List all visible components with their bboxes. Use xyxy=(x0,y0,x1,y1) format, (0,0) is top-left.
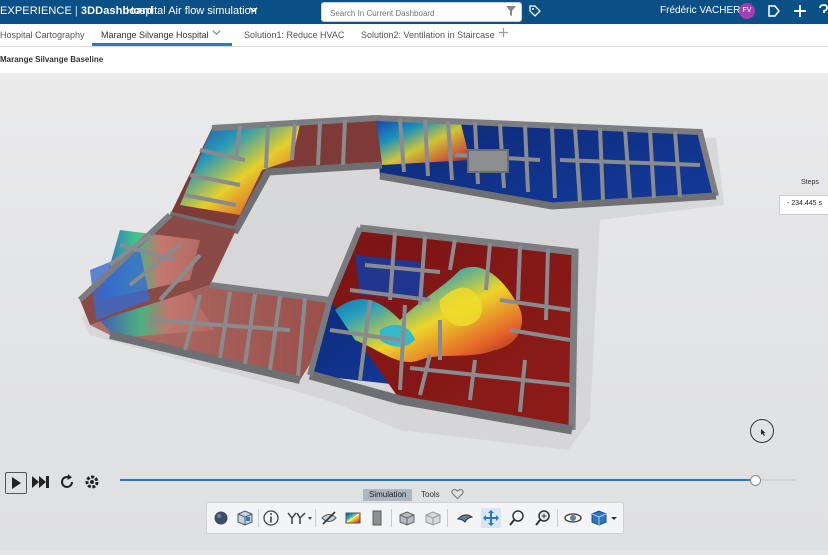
cube-view-icon[interactable] xyxy=(589,508,609,528)
search-input[interactable] xyxy=(328,4,502,22)
help-icon[interactable] xyxy=(818,3,828,22)
toolbar-separator xyxy=(557,509,558,527)
user-name[interactable]: Frédéric VACHER xyxy=(660,5,740,16)
timeline-slider[interactable] xyxy=(120,475,796,486)
widget-title: Marange Silvange Baseline xyxy=(0,55,104,64)
tag-icon[interactable] xyxy=(528,4,542,21)
toolbar-separator xyxy=(258,509,259,527)
share-icon[interactable] xyxy=(766,3,782,22)
add-tab-icon[interactable] xyxy=(498,27,509,40)
tab-solution2[interactable]: Solution2: Ventilation in Staircase xyxy=(361,30,495,40)
settings-gear-icon[interactable] xyxy=(83,473,101,496)
timeline-progress xyxy=(120,479,756,481)
search-box[interactable] xyxy=(321,2,522,22)
top-bar: EXPERIENCE | 3DDashboard Hospital Air flow… xyxy=(0,0,828,24)
avatar[interactable]: FV xyxy=(739,3,755,19)
tab-solution1[interactable]: Solution1: Reduce HVAC xyxy=(244,30,344,40)
tab-simulation[interactable]: Simulation xyxy=(363,489,413,501)
zoom-icon[interactable] xyxy=(533,508,553,528)
zoom-region-icon[interactable] xyxy=(507,508,527,528)
step-forward-icon[interactable] xyxy=(31,474,51,495)
steps-value: - 234.445 s xyxy=(787,200,823,207)
favorite-heart-icon[interactable] xyxy=(451,488,464,502)
tab-marange-silvange-hospital[interactable]: Marange Silvange Hospital xyxy=(101,30,209,40)
cube-view-menu-icon[interactable] xyxy=(609,508,619,528)
fly-icon[interactable] xyxy=(455,508,475,528)
assembly-ghost-icon[interactable] xyxy=(423,508,443,528)
filter-icon[interactable] xyxy=(505,5,517,20)
sphere-icon[interactable] xyxy=(211,508,231,528)
steps-label: Steps xyxy=(801,179,819,186)
pan-icon[interactable] xyxy=(481,508,501,528)
solid-icon[interactable] xyxy=(367,508,387,528)
toolbar-separator xyxy=(391,509,392,527)
add-icon[interactable] xyxy=(793,3,807,22)
rotate-icon[interactable] xyxy=(563,508,583,528)
toolbar-separator xyxy=(315,509,316,527)
box-icon[interactable] xyxy=(235,508,255,528)
north-flow-region xyxy=(376,118,470,165)
chevron-down-icon[interactable] xyxy=(249,5,258,17)
assembly-icon[interactable] xyxy=(397,508,417,528)
reset-icon[interactable] xyxy=(58,473,76,496)
tab-menu-chevron-icon[interactable] xyxy=(212,28,221,39)
tab-hospital-cartography[interactable]: Hospital Cartography xyxy=(0,30,85,40)
steps-readout: - 234.445 s xyxy=(779,195,828,215)
action-bar xyxy=(206,502,624,534)
sensor-icon[interactable] xyxy=(285,508,313,528)
tab-tools[interactable]: Tools xyxy=(415,489,446,501)
play-button[interactable] xyxy=(5,472,27,494)
cursor-ring-icon xyxy=(750,419,774,443)
toolbar-separator xyxy=(447,509,448,527)
dashboard-title[interactable]: Hospital Air flow simulation xyxy=(126,5,257,17)
active-tab-indicator xyxy=(92,43,232,46)
widget-header: Marange Silvange Baseline xyxy=(0,47,828,74)
hide-icon[interactable] xyxy=(319,508,339,528)
info-icon[interactable] xyxy=(261,508,281,528)
contour-icon[interactable] xyxy=(343,508,363,528)
